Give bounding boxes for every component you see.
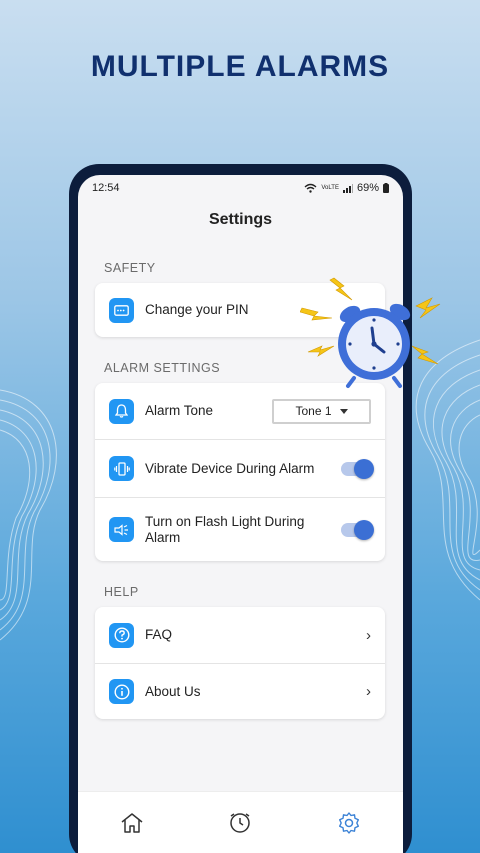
signal-icon (342, 183, 353, 193)
alarm-clock-illustration (300, 277, 441, 388)
flashlight-label: Turn on Flash Light During Alarm (145, 513, 305, 545)
alarm-history-icon (230, 812, 251, 833)
about-label: About Us (145, 683, 201, 699)
toggle-knob (354, 458, 374, 479)
vibrate-toggle[interactable] (341, 458, 374, 479)
home-icon (121, 812, 143, 833)
battery-icon (383, 183, 389, 193)
pin-icon (109, 297, 134, 323)
vibrate-icon (109, 456, 134, 481)
nav-alarm[interactable] (220, 803, 260, 843)
status-bar: 12:54 VoLTE 69% (78, 175, 403, 201)
nav-settings[interactable] (329, 803, 369, 843)
section-label-alarm-settings: ALARM SETTINGS (104, 361, 221, 375)
toggle-knob (354, 519, 374, 540)
vibrate-row: Vibrate Device During Alarm (95, 439, 385, 497)
alarm-tone-value: Tone 1 (295, 404, 332, 418)
info-icon (109, 679, 134, 704)
battery-percent: 69% (356, 182, 379, 194)
bell-icon (109, 398, 134, 424)
help-card: FAQ › About Us › (95, 607, 385, 719)
faq-row[interactable]: FAQ › (95, 607, 385, 663)
headline: MULTIPLE ALARMS (90, 50, 390, 83)
nav-home[interactable] (112, 803, 152, 843)
about-row[interactable]: About Us › (95, 663, 385, 719)
flashlight-icon (109, 517, 134, 542)
alarm-tone-row: Alarm Tone Tone 1 (95, 383, 385, 439)
page-title: Settings (208, 211, 273, 228)
chevron-right-icon: › (366, 683, 371, 700)
status-time: 12:54 (92, 182, 120, 194)
caret-down-icon (339, 408, 348, 414)
alarm-settings-card: Alarm Tone Tone 1 Vibrate Device During … (95, 383, 385, 561)
section-label-safety: SAFETY (104, 261, 156, 275)
flashlight-row: Turn on Flash Light During Alarm (95, 497, 385, 561)
chevron-right-icon: › (366, 626, 371, 644)
alarm-tone-dropdown[interactable]: Tone 1 (272, 398, 371, 424)
network-label: VoLTE (321, 185, 339, 191)
wifi-icon (304, 183, 317, 193)
alarm-tone-label: Alarm Tone (145, 403, 214, 418)
vibrate-label: Vibrate Device During Alarm (145, 460, 315, 476)
gear-icon (338, 811, 359, 834)
section-label-help: HELP (104, 585, 139, 599)
flashlight-toggle[interactable] (341, 519, 374, 540)
faq-label: FAQ (145, 627, 173, 642)
question-icon (109, 622, 134, 648)
bottom-navigation (78, 791, 403, 853)
